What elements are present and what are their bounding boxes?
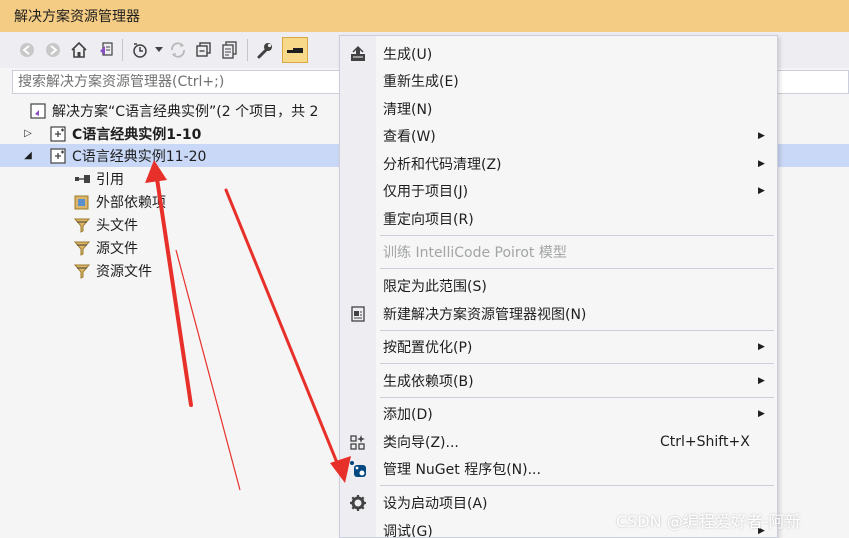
- submenu-arrow-icon: ▶: [758, 342, 765, 352]
- toolbar-separator: [247, 39, 248, 61]
- visual-studio-solution-icon: [97, 42, 113, 56]
- submenu-arrow-icon: ▶: [758, 376, 765, 386]
- external-dependencies-label: 外部依赖项: [96, 194, 166, 211]
- forward-arrow-icon: [46, 43, 60, 57]
- menu-item-manage-nuget[interactable]: 管理 NuGet 程序包(N)...: [340, 456, 777, 482]
- menu-item-build-dependencies[interactable]: 生成依赖项(B) ▶: [340, 368, 777, 394]
- submenu-arrow-icon: ▶: [758, 159, 765, 169]
- pending-changes-filter-button[interactable]: [127, 37, 153, 63]
- show-all-files-icon: [222, 41, 237, 59]
- filter-folder-icon: [72, 262, 92, 280]
- menu-separator: [380, 235, 774, 236]
- collapse-all-button[interactable]: [191, 37, 217, 63]
- collapse-all-icon: [196, 42, 211, 57]
- resource-files-label: 资源文件: [96, 263, 152, 280]
- back-button[interactable]: [14, 37, 40, 63]
- menu-item-scope[interactable]: 限定为此范围(S): [340, 273, 777, 299]
- home-icon: [71, 41, 87, 58]
- external-dependencies-icon: [72, 193, 92, 211]
- new-explorer-view-icon: [351, 306, 365, 322]
- header-files-label: 头文件: [96, 217, 138, 234]
- menu-separator: [380, 485, 774, 486]
- expand-arrow-icon[interactable]: ▷: [20, 128, 36, 139]
- menu-separator: [380, 330, 774, 331]
- gear-icon: [350, 495, 366, 511]
- class-wizard-shortcut: Ctrl+Shift+X: [660, 434, 750, 450]
- nuget-icon: [350, 461, 366, 477]
- submenu-arrow-icon: ▶: [758, 131, 765, 141]
- menu-item-intellicode: 训练 IntelliCode Poirot 模型: [383, 245, 567, 261]
- home-button[interactable]: [66, 37, 92, 63]
- references-icon: [72, 170, 92, 188]
- project-1-label: C语言经典实例1-10: [72, 126, 202, 143]
- menu-item-project-only[interactable]: 仅用于项目(J) ▶: [340, 178, 777, 204]
- watermark: CSDN @编程爱好者-阿新: [616, 512, 801, 531]
- window-title-bar: 解决方案资源管理器: [0, 0, 849, 32]
- menu-item-pgo[interactable]: 按配置优化(P) ▶: [340, 334, 777, 360]
- project-2-label: C语言经典实例11-20: [72, 148, 207, 165]
- menu-item-clean[interactable]: 清理(N): [340, 96, 777, 122]
- source-files-label: 源文件: [96, 240, 138, 257]
- menu-item-build[interactable]: 生成(U): [340, 41, 777, 67]
- menu-separator: [380, 363, 774, 364]
- menu-item-retarget[interactable]: 重定向项目(R): [340, 206, 777, 232]
- menu-item-view[interactable]: 查看(W) ▶: [340, 123, 777, 149]
- build-icon: [351, 45, 365, 61]
- class-wizard-icon: [350, 435, 365, 450]
- submenu-arrow-icon: ▶: [758, 186, 765, 196]
- menu-item-analyze[interactable]: 分析和代码清理(Z) ▶: [340, 151, 777, 177]
- sync-button[interactable]: [165, 37, 191, 63]
- solution-icon: [28, 102, 48, 120]
- search-input[interactable]: [18, 74, 338, 90]
- cpp-project-icon: [48, 125, 68, 143]
- menu-item-class-wizard[interactable]: 类向导(Z)... Ctrl+Shift+X: [340, 429, 777, 455]
- submenu-arrow-icon: ▶: [758, 409, 765, 419]
- properties-button[interactable]: [252, 37, 278, 63]
- collapse-arrow-icon[interactable]: ◢: [20, 150, 36, 161]
- show-all-files-button[interactable]: [217, 37, 243, 63]
- forward-button[interactable]: [40, 37, 66, 63]
- clock-icon: [133, 43, 147, 58]
- sync-icon: [171, 42, 185, 58]
- menu-item-add[interactable]: 添加(D) ▶: [340, 401, 777, 427]
- menu-item-rebuild[interactable]: 重新生成(E): [340, 68, 777, 94]
- filter-dropdown-button[interactable]: [153, 37, 165, 63]
- solution-label: 解决方案“C语言经典实例”(2 个项目，共 2: [52, 103, 319, 120]
- cpp-project-icon: [48, 147, 68, 165]
- filter-folder-icon: [72, 216, 92, 234]
- menu-separator: [380, 397, 774, 398]
- window-title: 解决方案资源管理器: [14, 9, 140, 25]
- switch-views-button[interactable]: [92, 37, 118, 63]
- menu-item-new-view[interactable]: 新建解决方案资源管理器视图(N): [340, 301, 777, 327]
- toolbar-separator: [122, 39, 123, 61]
- preview-selected-items-button[interactable]: [282, 37, 308, 63]
- preview-pane-icon: [287, 48, 303, 53]
- wrench-icon: [257, 43, 272, 59]
- project-context-menu: 生成(U) 重新生成(E) 清理(N) 查看(W) ▶ 分析和代码清理(Z) ▶…: [339, 35, 778, 538]
- back-arrow-icon: [20, 43, 34, 57]
- menu-separator: [380, 268, 774, 269]
- dropdown-caret-icon: [155, 47, 163, 52]
- filter-folder-icon: [72, 239, 92, 257]
- references-label: 引用: [96, 171, 124, 188]
